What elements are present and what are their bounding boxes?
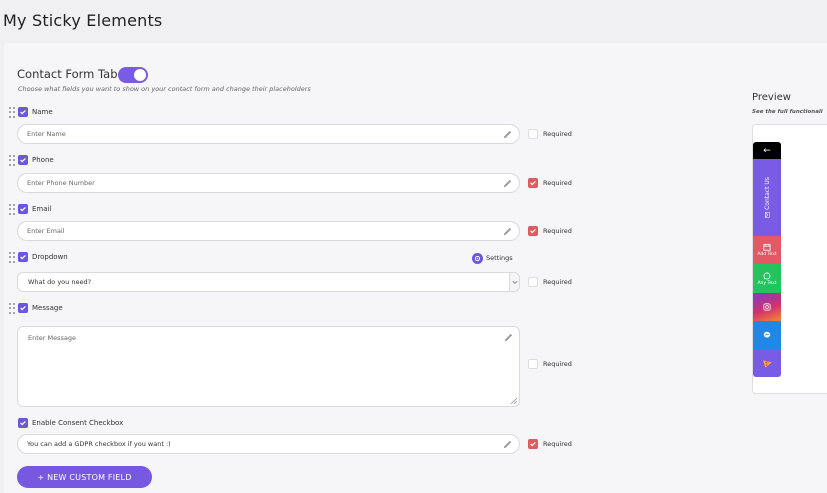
dropdown-settings-button[interactable]: Settings — [472, 252, 513, 264]
field-name-enable-checkbox[interactable] — [18, 107, 28, 117]
new-custom-field-button[interactable]: + NEW CUSTOM FIELD — [17, 466, 152, 488]
email-placeholder-input[interactable]: Enter Email — [17, 221, 520, 241]
pencil-icon[interactable] — [502, 178, 513, 189]
field-dropdown-label: Dropdown — [32, 253, 68, 261]
consent-label: Enable Consent Checkbox — [32, 419, 124, 427]
instagram-icon — [763, 303, 771, 311]
field-phone-label: Phone — [32, 156, 54, 164]
envelope-icon — [764, 211, 770, 218]
email-required-checkbox[interactable] — [528, 226, 538, 236]
settings-label: Settings — [486, 254, 513, 262]
pencil-icon[interactable] — [503, 332, 514, 343]
form-subtitle: Choose what fields you want to show on y… — [18, 85, 311, 93]
settings-panel — [4, 43, 827, 493]
resize-handle-icon[interactable] — [511, 398, 517, 404]
contact-form-toggle[interactable] — [118, 67, 148, 83]
gear-icon — [472, 252, 483, 264]
pencil-icon[interactable] — [502, 226, 513, 237]
required-label: Required — [543, 130, 572, 138]
pizza-icon — [762, 359, 772, 368]
drag-handle-icon[interactable] — [9, 204, 15, 215]
field-email-label: Email — [32, 205, 52, 213]
input-placeholder: Enter Email — [27, 227, 65, 235]
phone-placeholder-input[interactable]: Enter Phone Number — [17, 173, 520, 193]
drag-handle-icon[interactable] — [9, 303, 15, 314]
sticky-item-whatsapp[interactable]: Any Text — [753, 264, 781, 293]
calendar-icon — [763, 243, 771, 251]
drag-handle-icon[interactable] — [9, 252, 15, 263]
name-placeholder-input[interactable]: Enter Name — [17, 124, 520, 144]
drag-handle-icon[interactable] — [9, 155, 15, 166]
whatsapp-icon — [763, 272, 771, 279]
preview-subtitle: See the full functionali — [752, 109, 823, 115]
dropdown-preview-select[interactable]: What do you need? — [17, 272, 520, 292]
sticky-item-back[interactable]: ← — [753, 142, 781, 159]
sticky-item-calendar[interactable]: Add Text — [753, 236, 781, 264]
pencil-icon[interactable] — [502, 129, 513, 140]
dropdown-required-checkbox[interactable] — [528, 277, 538, 287]
field-email-enable-checkbox[interactable] — [18, 204, 28, 214]
chevron-down-icon[interactable] — [509, 273, 519, 291]
required-label: Required — [543, 179, 572, 187]
sticky-item-contact-us[interactable]: Contact Us — [753, 159, 781, 236]
name-required-checkbox[interactable] — [528, 129, 538, 139]
sticky-item-messenger[interactable] — [753, 321, 781, 349]
required-label: Required — [543, 360, 572, 368]
field-dropdown-enable-checkbox[interactable] — [18, 252, 28, 262]
consent-required-checkbox[interactable] — [528, 439, 538, 449]
pencil-icon[interactable] — [502, 439, 513, 450]
sticky-bar-preview: ← Contact Us Add Text Any Text — [753, 142, 781, 377]
input-placeholder: Enter Name — [27, 130, 66, 138]
sticky-item-label: Add Text — [757, 252, 777, 257]
input-placeholder: Enter Phone Number — [27, 179, 95, 187]
contact-form-tab-title: Contact Form Tab — [17, 67, 118, 81]
required-label: Required — [543, 440, 572, 448]
sticky-item-label: Contact Us — [763, 177, 771, 210]
field-message-label: Message — [32, 304, 63, 312]
select-value: What do you need? — [28, 278, 92, 286]
messenger-icon — [763, 331, 771, 338]
sticky-item-instagram[interactable] — [753, 293, 781, 321]
page-title: My Sticky Elements — [3, 11, 163, 30]
message-placeholder-textarea[interactable]: Enter Message — [17, 326, 520, 407]
sticky-item-pizza[interactable] — [753, 349, 781, 377]
arrow-left-icon: ← — [763, 145, 771, 156]
sticky-item-label: Any Text — [757, 280, 777, 286]
field-phone-enable-checkbox[interactable] — [18, 155, 28, 165]
consent-text-input[interactable]: You can add a GDPR checkbox if you want … — [17, 434, 520, 454]
textarea-placeholder: Enter Message — [28, 334, 77, 342]
phone-required-checkbox[interactable] — [528, 178, 538, 188]
drag-handle-icon[interactable] — [9, 107, 15, 118]
field-name-label: Name — [32, 108, 53, 116]
toggle-knob — [134, 69, 146, 81]
message-required-checkbox[interactable] — [528, 359, 538, 369]
required-label: Required — [543, 227, 572, 235]
required-label: Required — [543, 278, 572, 286]
consent-enable-checkbox[interactable] — [18, 418, 28, 428]
field-message-enable-checkbox[interactable] — [18, 303, 28, 313]
preview-title: Preview — [752, 92, 791, 103]
input-value: You can add a GDPR checkbox if you want … — [27, 440, 171, 448]
